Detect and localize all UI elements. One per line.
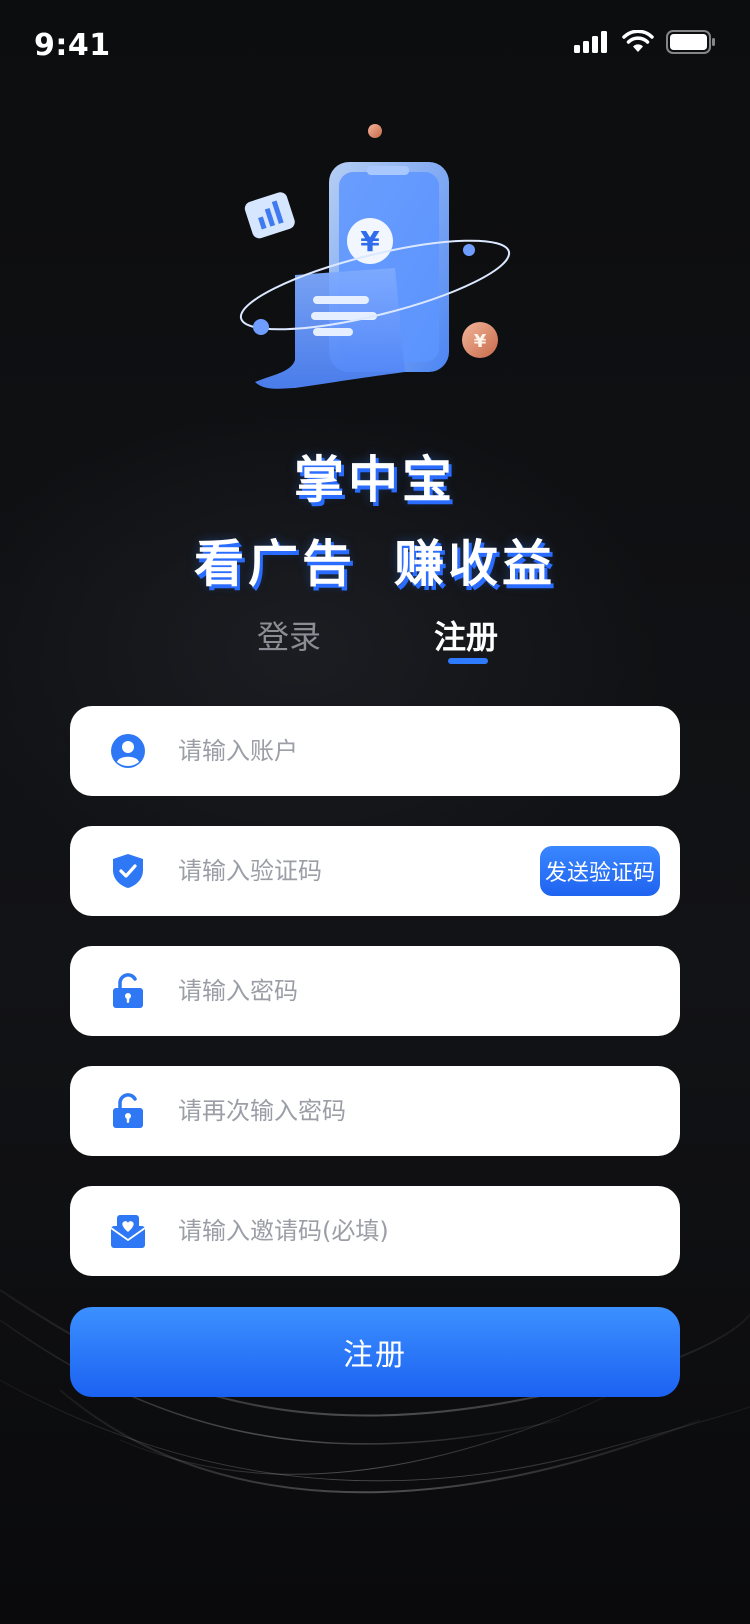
- shield-check-icon: [110, 853, 146, 889]
- code-input[interactable]: [178, 826, 578, 916]
- status-icons: [574, 30, 716, 54]
- auth-tabs: 登录 注册: [0, 612, 750, 672]
- password-input[interactable]: [178, 946, 578, 1036]
- invite-code-input[interactable]: [178, 1186, 578, 1276]
- confirm-password-input[interactable]: [178, 1066, 578, 1156]
- svg-text:¥: ¥: [474, 331, 487, 352]
- tab-register[interactable]: 注册: [434, 612, 498, 658]
- invite-mail-icon: [110, 1213, 146, 1249]
- wifi-icon: [622, 30, 654, 52]
- slogan-right: 赚收益: [394, 535, 556, 593]
- register-screen: 9:41 ¥ ¥ 掌中宝 看广告 赚收益 登录 注册 请输入账户 请输入验证码 …: [0, 0, 750, 1624]
- user-icon: [110, 733, 146, 769]
- slogan: 看广告 赚收益: [0, 524, 750, 596]
- status-bar: 9:41: [0, 0, 750, 96]
- password-field: [70, 946, 680, 1036]
- invite-code-field: [70, 1186, 680, 1276]
- cellular-signal-icon: [574, 31, 607, 53]
- battery-icon: [666, 30, 715, 54]
- tab-login[interactable]: 登录: [257, 612, 321, 658]
- register-button[interactable]: 注册: [70, 1307, 680, 1397]
- account-field: [70, 706, 680, 796]
- status-time: 9:41: [34, 28, 111, 63]
- slogan-left: 看广告: [194, 535, 356, 593]
- active-tab-indicator: [448, 658, 488, 664]
- code-field: 发送验证码: [70, 826, 680, 916]
- confirm-password-field: [70, 1066, 680, 1156]
- phone-receipt-illustration: ¥ ¥: [239, 124, 511, 389]
- send-code-button[interactable]: 发送验证码: [540, 846, 660, 896]
- app-name: 掌中宝: [294, 451, 456, 509]
- account-input[interactable]: [178, 706, 578, 796]
- lock-icon: [110, 973, 146, 1009]
- lock-icon: [110, 1093, 146, 1129]
